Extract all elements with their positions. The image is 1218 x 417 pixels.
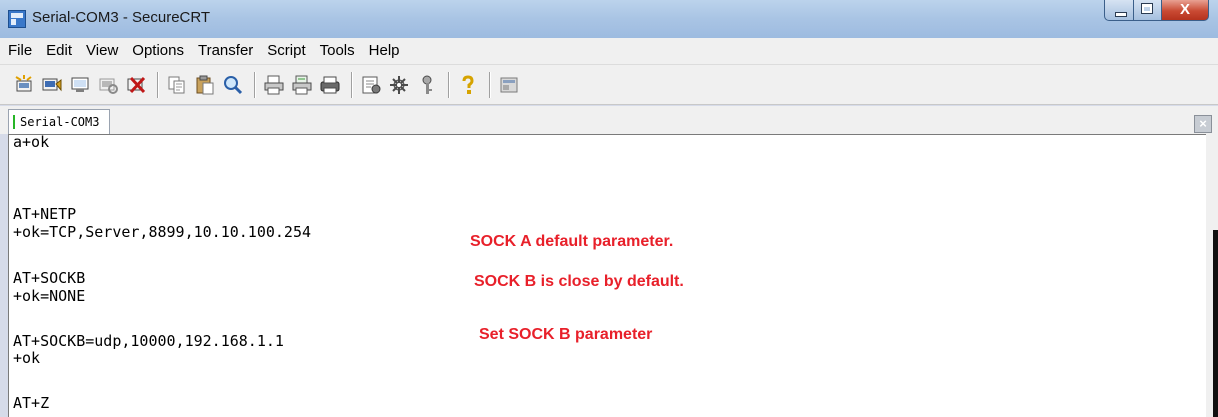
session-tab-bar: Serial-COM3 × (0, 106, 1218, 134)
toolbar-separator (351, 71, 352, 98)
menu-help[interactable]: Help (362, 38, 407, 64)
maximize-icon (1142, 4, 1152, 13)
session-options-icon (362, 76, 381, 93)
print-icon (264, 75, 284, 94)
window-edge-shadow (1213, 230, 1218, 417)
terminal-line: a+ok (13, 133, 50, 151)
menu-bar: File Edit View Options Transfer Script T… (0, 38, 1218, 65)
connect-tab-icon (71, 77, 89, 92)
terminal-line: AT+NETP (13, 205, 77, 223)
tab-serial-com3[interactable]: Serial-COM3 (8, 109, 111, 134)
menu-script[interactable]: Script (260, 38, 312, 64)
reconnect-icon (99, 78, 118, 94)
menu-view[interactable]: View (79, 38, 125, 64)
menu-edit[interactable]: Edit (39, 38, 79, 64)
terminal-output[interactable]: a+ok AT+NETP +ok=TCP,Server,8899,10.10.1… (8, 133, 1206, 417)
print-selection-button[interactable] (289, 72, 315, 98)
sftp-button[interactable] (496, 72, 522, 98)
printer-setup-button[interactable] (317, 72, 343, 98)
menu-tools[interactable]: Tools (313, 38, 362, 64)
reconnect-button[interactable] (95, 72, 121, 98)
terminal-line: +ok=NONE (13, 287, 86, 305)
keymap-button[interactable] (414, 72, 440, 98)
title-bar[interactable]: Serial-COM3 - SecureCRT X (0, 0, 1218, 38)
quick-connect-icon (42, 78, 62, 91)
minimize-button[interactable] (1104, 0, 1134, 21)
global-options-button[interactable] (386, 72, 412, 98)
minimize-icon (1115, 12, 1127, 17)
terminal-line: AT+SOCKB (13, 269, 86, 287)
keymap-icon (422, 75, 432, 94)
menu-file[interactable]: File (0, 38, 39, 64)
terminal-line: +ok (13, 349, 41, 367)
global-options-icon (390, 75, 408, 94)
securecrt-window: Serial-COM3 - SecureCRT X File Edit View… (0, 0, 1218, 417)
terminal-line: +ok=TCP,Server,8899,10.10.100.254 (13, 223, 312, 241)
annotation-sock-b-closed: SOCK B is close by default. (474, 273, 684, 290)
menu-options[interactable]: Options (125, 38, 191, 64)
securecrt-app-icon[interactable] (8, 10, 26, 28)
window-title: Serial-COM3 - SecureCRT (32, 9, 211, 26)
toolbar-separator (448, 71, 449, 98)
toolbar (0, 65, 1218, 105)
tab-close-button[interactable]: × (1194, 115, 1212, 133)
quick-connect-button[interactable] (39, 72, 65, 98)
close-icon: X (1179, 1, 1190, 18)
window-controls: X (1104, 0, 1209, 22)
terminal-line: AT+Z (13, 394, 50, 412)
disconnect-button[interactable] (123, 72, 149, 98)
printer-setup-icon (320, 76, 340, 93)
copy-icon (168, 76, 185, 93)
disconnect-icon (127, 76, 146, 93)
find-icon (224, 75, 243, 94)
paste-icon (196, 75, 214, 94)
help-button[interactable] (455, 72, 481, 98)
paste-button[interactable] (192, 72, 218, 98)
toolbar-separator (157, 71, 158, 98)
toolbar-separator (489, 71, 490, 98)
connect-icon (15, 74, 32, 91)
connect-tab-button[interactable] (67, 72, 93, 98)
menu-transfer[interactable]: Transfer (191, 38, 260, 64)
tab-label: Serial-COM3 (20, 115, 100, 129)
session-options-button[interactable] (358, 72, 384, 98)
print-selection-icon (292, 75, 312, 94)
print-button[interactable] (261, 72, 287, 98)
help-icon (462, 74, 474, 94)
annotation-set-sock-b: Set SOCK B parameter (479, 326, 653, 343)
connected-indicator (13, 115, 15, 129)
annotation-sock-a-default: SOCK A default parameter. (470, 233, 674, 250)
maximize-button[interactable] (1134, 0, 1162, 21)
toolbar-separator (254, 71, 255, 98)
sftp-icon (500, 77, 518, 92)
copy-button[interactable] (164, 72, 190, 98)
terminal-line: AT+SOCKB=udp,10000,192.168.1.1 (13, 332, 284, 350)
find-button[interactable] (220, 72, 246, 98)
close-button[interactable]: X (1162, 0, 1209, 21)
connect-button[interactable] (11, 72, 37, 98)
